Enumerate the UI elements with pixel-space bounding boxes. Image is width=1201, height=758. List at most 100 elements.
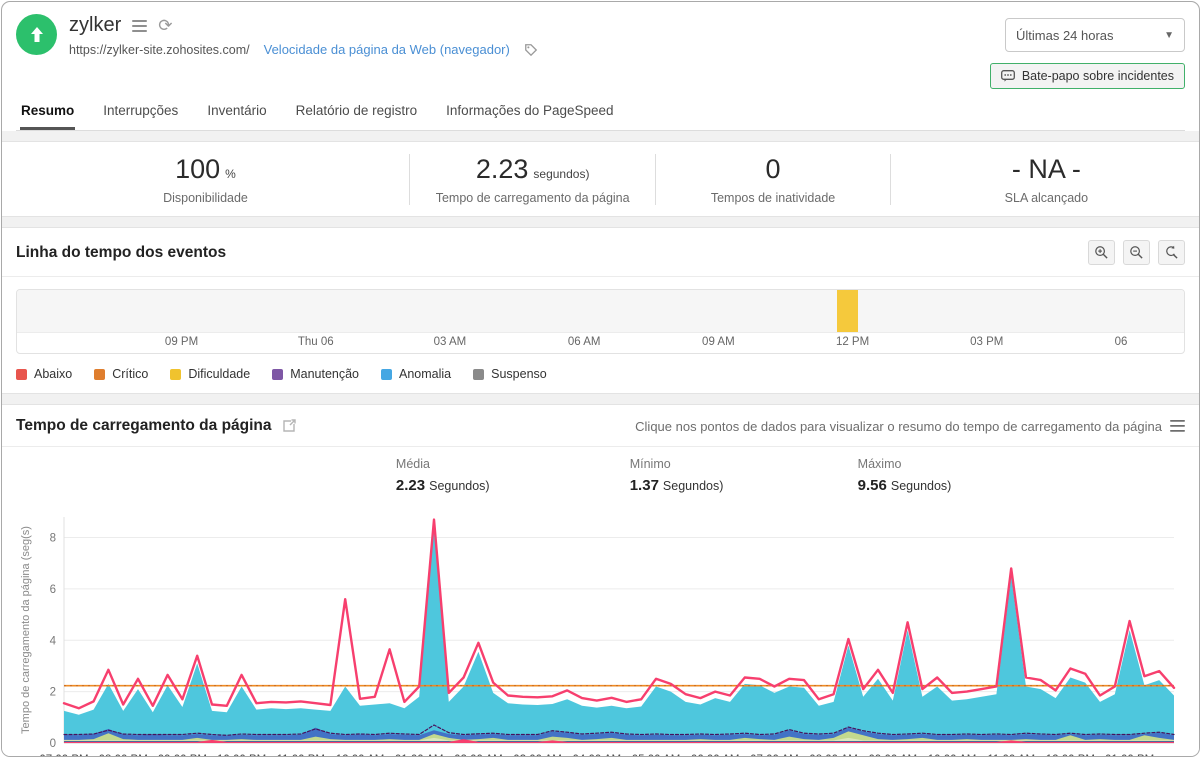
stat-tempos-de-inatividade: 0 Tempos de inatividade	[655, 154, 889, 205]
legend-item-suspenso[interactable]: Suspenso	[473, 367, 547, 381]
summary-value: 9.56Segundos)	[858, 477, 952, 494]
stat-tempo-de-carregamento-da-p-gina: 2.23segundos)Tempo de carregamento da pá…	[409, 154, 655, 205]
legend-label: Anomalia	[399, 367, 451, 381]
incident-chat-button[interactable]: Bate-papo sobre incidentes	[990, 63, 1185, 89]
series-area-documento-conclu-do[interactable]	[64, 525, 1174, 743]
timeline-ticks: 09 PM Thu 06 03 AM 06 AM 09 AM 12 PM 03 PM 06	[17, 333, 1184, 353]
chat-icon	[1001, 70, 1015, 82]
xtick-09-00-pm: 09:00 PM	[158, 754, 207, 757]
xtick-01-00-am: 01:00 AM	[395, 754, 444, 757]
refresh-icon[interactable]: ⟳	[158, 17, 172, 34]
stat-number: 100	[175, 154, 220, 184]
xtick-07-00-am: 07:00 AM	[750, 754, 799, 757]
zoom-in-icon	[1094, 245, 1109, 260]
timeline-tick-09-am: 09 AM	[702, 336, 735, 348]
legend-swatch	[170, 369, 181, 380]
xtick-09-00-am: 09:00 AM	[869, 754, 918, 757]
zoom-out-icon	[1129, 245, 1144, 260]
legend-label: Suspenso	[491, 367, 547, 381]
summary-label: Máximo	[858, 457, 952, 471]
stat-disponibilidade: 100% Disponibilidade	[2, 154, 409, 205]
zoom-out-button[interactable]	[1123, 240, 1150, 265]
load-time-chart: 02468Tempo de carregamento da página (se…	[16, 505, 1185, 757]
summary-label: Média	[396, 457, 490, 471]
xtick-10-00-pm: 10:00 PM	[217, 754, 266, 757]
tab-resumo[interactable]: Resumo	[20, 97, 75, 130]
monitor-menu-icon[interactable]	[132, 20, 147, 32]
summary-value: 2.23Segundos)	[396, 477, 490, 494]
ytick-0: 0	[50, 738, 56, 750]
chevron-down-icon: ▼	[1164, 30, 1174, 41]
xtick-08-00-pm: 08:00 PM	[99, 754, 148, 757]
load-time-title: Tempo de carregamento da página	[16, 417, 272, 435]
tab-invent-rio[interactable]: Inventário	[206, 97, 267, 130]
tabs: Resumo Interrupções Inventário Relatório de…	[16, 97, 1185, 131]
stat-number: 2.23	[476, 154, 529, 184]
legend-swatch	[381, 369, 392, 380]
stat-unit: %	[225, 167, 236, 181]
stat-label: Disponibilidade	[2, 191, 409, 205]
load-time-summary: Média 2.23Segundos) Mínimo 1.37Segundos) Máx…	[16, 451, 1185, 503]
stat-value: 2.23 segundos)	[410, 154, 655, 185]
monitor-url: https://zylker-site.zohosites.com/	[69, 43, 250, 57]
xtick-11-00-am: 11:00 AM	[987, 754, 1035, 757]
timeline-strip[interactable]: 09 PM Thu 06 03 AM 06 AM 09 AM 12 PM 03 PM 06	[16, 289, 1185, 354]
timeline-tick-06: 06	[1115, 336, 1128, 348]
legend-swatch	[16, 369, 27, 380]
legend-swatch	[272, 369, 283, 380]
tab-relat-rio-de-registro[interactable]: Relatório de registro	[295, 97, 419, 130]
zoom-in-button[interactable]	[1088, 240, 1115, 265]
stat-label: Tempos de inatividade	[656, 191, 889, 205]
timeline-title: Linha do tempo dos eventos	[16, 244, 226, 262]
stat-number: 0	[766, 154, 781, 184]
legend-label: Manutenção	[290, 367, 359, 381]
xtick-07-00-pm: 07:00 PM	[39, 754, 88, 757]
timeline-tick-06-am: 06 AM	[568, 336, 601, 348]
page-load-time-panel: Tempo de carregamento da página Clique n…	[2, 404, 1199, 757]
xtick-02-00-am: 02:00 AM	[454, 754, 503, 757]
ytick-6: 6	[50, 584, 56, 596]
stat-sla-alcan-ado: - NA - SLA alcançado	[890, 154, 1200, 205]
chart-menu-icon[interactable]	[1170, 420, 1185, 432]
monitor-type-link[interactable]: Velocidade da página da Web (navegador)	[264, 42, 510, 57]
tag-icon[interactable]	[524, 43, 538, 57]
summary-value: 1.37Segundos)	[630, 477, 724, 494]
legend-item-abaixo[interactable]: Abaixo	[16, 367, 72, 381]
monitor-detail-window: zylker ⟳ https://zylker-site.zohosites.c…	[1, 1, 1200, 757]
xtick-04-00-am: 04:00 AM	[573, 754, 622, 757]
timeline-tick-12-pm: 12 PM	[836, 336, 869, 348]
stats-strip: 100%Disponibilidade2.23segundos)Tempo de…	[2, 141, 1199, 217]
legend-item-dificuldade[interactable]: Dificuldade	[170, 367, 250, 381]
summary-label: Mínimo	[630, 457, 724, 471]
xtick-05-00-am: 05:00 AM	[632, 754, 681, 757]
monitor-status-icon	[16, 14, 57, 55]
expand-icon[interactable]	[282, 419, 296, 433]
time-range-select[interactable]: Últimas 24 horas ▼	[1005, 18, 1185, 52]
legend-item-cr-tico[interactable]: Crítico	[94, 367, 148, 381]
stat-label: SLA alcançado	[891, 191, 1200, 205]
timeline-divider	[2, 276, 1199, 277]
load-time-chart-svg[interactable]: 02468Tempo de carregamento da página (se…	[16, 505, 1181, 757]
legend-item-manuten-o[interactable]: Manutenção	[272, 367, 359, 381]
legend-item-anomalia[interactable]: Anomalia	[381, 367, 451, 381]
tab-interrup-es[interactable]: Interrupções	[102, 97, 179, 130]
xtick-08-00-am: 08:00 AM	[809, 754, 858, 757]
timeline-tick-thu-06: Thu 06	[298, 336, 334, 348]
zoom-reset-icon	[1164, 245, 1179, 260]
xtick-10-00-am: 10:00 AM	[928, 754, 977, 757]
xtick-12-00-am: 12:00 AM	[336, 754, 385, 757]
up-arrow-icon	[28, 26, 46, 44]
timeline-event-dificuldade[interactable]	[837, 290, 858, 332]
xtick-12-00-pm: 12:00 PM	[1046, 754, 1095, 757]
timeline-tick-09-pm: 09 PM	[165, 336, 198, 348]
header: zylker ⟳ https://zylker-site.zohosites.c…	[2, 2, 1199, 131]
timeline-tick-03-pm: 03 PM	[970, 336, 1003, 348]
stat-unit: segundos)	[533, 167, 589, 181]
tab-informa-es-do-pagespeed[interactable]: Informações do PageSpeed	[445, 97, 614, 130]
stat-value: 100%	[2, 154, 409, 185]
timeline-tick-03-am: 03 AM	[434, 336, 467, 348]
zoom-reset-button[interactable]	[1158, 240, 1185, 265]
xtick-11-00-pm: 11:00 PM	[277, 754, 325, 757]
y-axis-label: Tempo de carregamento da página (seg(s)	[20, 526, 32, 734]
stat-number: - NA -	[1012, 154, 1081, 184]
